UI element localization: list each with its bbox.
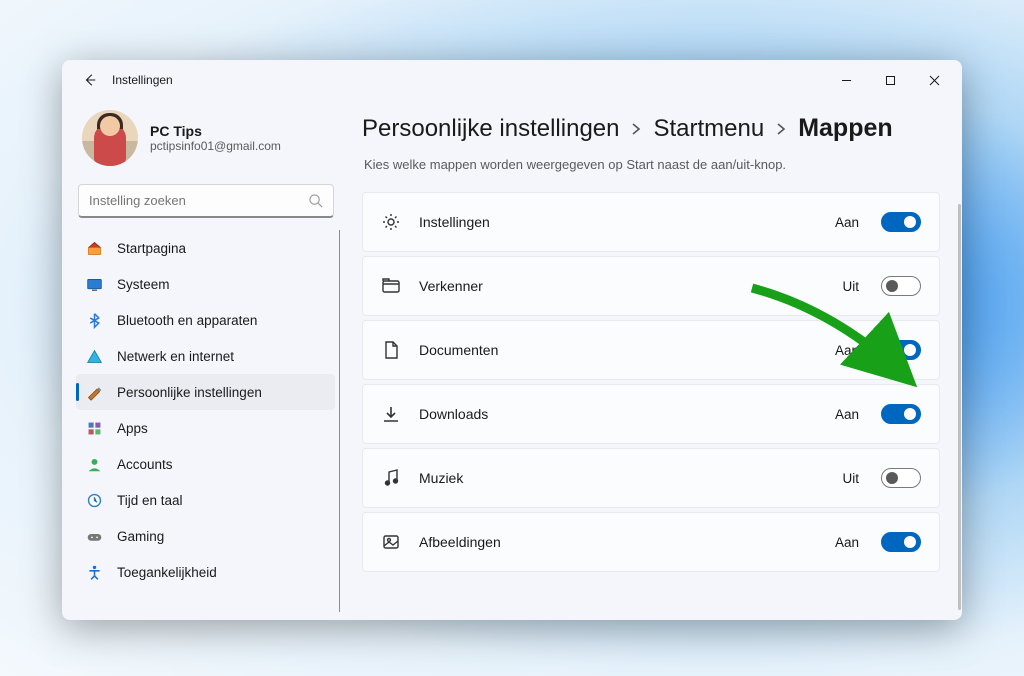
settings-rows: Instellingen Aan Verkenner Uit Documente…: [362, 192, 940, 572]
sidebar-item-label: Startpagina: [117, 241, 186, 256]
toggle-switch[interactable]: [881, 468, 921, 488]
sidebar-item-home[interactable]: Startpagina: [76, 230, 335, 266]
toggle-state-label: Aan: [835, 215, 859, 230]
personalize-icon: [86, 384, 103, 401]
chevron-right-icon: [631, 122, 641, 136]
breadcrumb-mid[interactable]: Startmenu: [653, 115, 764, 143]
minimize-button[interactable]: [824, 65, 868, 95]
toggle-state-label: Uit: [843, 471, 860, 486]
setting-row-download: Downloads Aan: [362, 384, 940, 444]
system-icon: [86, 276, 103, 293]
search-field[interactable]: [78, 184, 334, 218]
accounts-icon: [86, 456, 103, 473]
profile-block[interactable]: PC Tips pctipsinfo01@gmail.com: [76, 100, 340, 184]
breadcrumb-current: Mappen: [798, 114, 892, 143]
sidebar-item-accounts[interactable]: Accounts: [76, 446, 335, 482]
toggle-switch[interactable]: [881, 340, 921, 360]
sidebar-item-network[interactable]: Netwerk en internet: [76, 338, 335, 374]
setting-label: Muziek: [419, 470, 825, 486]
toggle-switch[interactable]: [881, 212, 921, 232]
picture-icon: [381, 532, 401, 552]
avatar: [82, 110, 138, 166]
sidebar-item-label: Bluetooth en apparaten: [117, 313, 257, 328]
window-title: Instellingen: [112, 73, 173, 87]
page-subhead: Kies welke mappen worden weergegeven op …: [364, 157, 940, 172]
toggle-state-label: Uit: [843, 279, 860, 294]
toggle-state-label: Aan: [835, 407, 859, 422]
home-icon: [86, 240, 103, 257]
settings-window: Instellingen PC Tips pctipsinfo01@gmail.…: [62, 60, 962, 620]
gear-icon: [381, 212, 401, 232]
search-wrap: [76, 184, 340, 230]
time-icon: [86, 492, 103, 509]
toggle-state-label: Aan: [835, 535, 859, 550]
main-panel: Persoonlijke instellingen Startmenu Mapp…: [344, 100, 962, 620]
gaming-icon: [86, 528, 103, 545]
profile-name: PC Tips: [150, 123, 281, 139]
document-icon: [381, 340, 401, 360]
breadcrumb: Persoonlijke instellingen Startmenu Mapp…: [362, 114, 940, 143]
setting-label: Documenten: [419, 342, 817, 358]
arrow-left-icon: [83, 73, 97, 87]
toggle-switch[interactable]: [881, 404, 921, 424]
explorer-icon: [381, 276, 401, 296]
sidebar-item-time[interactable]: Tijd en taal: [76, 482, 335, 518]
back-button[interactable]: [76, 66, 104, 94]
toggle-switch[interactable]: [881, 532, 921, 552]
breadcrumb-root[interactable]: Persoonlijke instellingen: [362, 115, 619, 143]
setting-label: Downloads: [419, 406, 817, 422]
sidebar-item-label: Netwerk en internet: [117, 349, 234, 364]
profile-email: pctipsinfo01@gmail.com: [150, 139, 281, 153]
sidebar-item-system[interactable]: Systeem: [76, 266, 335, 302]
apps-icon: [86, 420, 103, 437]
sidebar-item-label: Systeem: [117, 277, 170, 292]
window-controls: [824, 65, 956, 95]
chevron-right-icon: [776, 122, 786, 136]
network-icon: [86, 348, 103, 365]
accessibility-icon: [86, 564, 103, 581]
sidebar-item-personalize[interactable]: Persoonlijke instellingen: [76, 374, 335, 410]
search-input[interactable]: [89, 193, 308, 208]
setting-label: Instellingen: [419, 214, 817, 230]
titlebar: Instellingen: [62, 60, 962, 100]
sidebar-item-gaming[interactable]: Gaming: [76, 518, 335, 554]
search-icon: [308, 193, 323, 208]
setting-row-gear: Instellingen Aan: [362, 192, 940, 252]
setting-row-picture: Afbeeldingen Aan: [362, 512, 940, 572]
toggle-switch[interactable]: [881, 276, 921, 296]
window-body: PC Tips pctipsinfo01@gmail.com Startpagi…: [62, 100, 962, 620]
setting-row-music: Muziek Uit: [362, 448, 940, 508]
sidebar-item-bluetooth[interactable]: Bluetooth en apparaten: [76, 302, 335, 338]
music-icon: [381, 468, 401, 488]
maximize-button[interactable]: [868, 65, 912, 95]
sidebar: PC Tips pctipsinfo01@gmail.com Startpagi…: [62, 100, 344, 620]
sidebar-nav: Startpagina Systeem Bluetooth en apparat…: [76, 230, 340, 612]
bluetooth-icon: [86, 312, 103, 329]
sidebar-item-label: Persoonlijke instellingen: [117, 385, 262, 400]
close-button[interactable]: [912, 65, 956, 95]
setting-row-explorer: Verkenner Uit: [362, 256, 940, 316]
sidebar-item-label: Apps: [117, 421, 148, 436]
setting-label: Verkenner: [419, 278, 825, 294]
scrollbar[interactable]: [958, 204, 961, 610]
sidebar-item-label: Gaming: [117, 529, 164, 544]
setting-label: Afbeeldingen: [419, 534, 817, 550]
download-icon: [381, 404, 401, 424]
sidebar-item-label: Toegankelijkheid: [117, 565, 217, 580]
sidebar-item-apps[interactable]: Apps: [76, 410, 335, 446]
sidebar-item-accessibility[interactable]: Toegankelijkheid: [76, 554, 335, 590]
sidebar-item-label: Accounts: [117, 457, 173, 472]
setting-row-document: Documenten Aan: [362, 320, 940, 380]
toggle-state-label: Aan: [835, 343, 859, 358]
sidebar-item-label: Tijd en taal: [117, 493, 183, 508]
